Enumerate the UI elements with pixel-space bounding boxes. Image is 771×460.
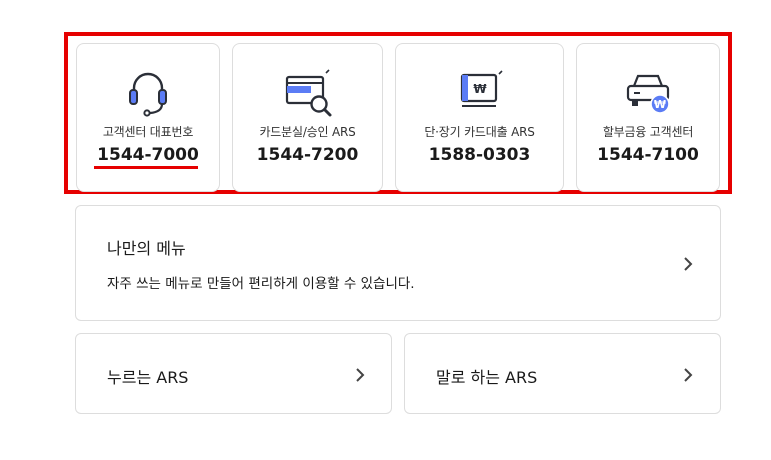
loan-card-won-icon: ₩ [396, 66, 563, 118]
svg-text:₩: ₩ [654, 98, 666, 111]
contact-card-card-loss[interactable]: 카드분실/승인 ARS 1544-7200 [232, 43, 383, 192]
chevron-right-icon [684, 368, 693, 382]
svg-text:₩: ₩ [473, 82, 487, 96]
chevron-right-icon [356, 368, 365, 382]
my-menu-panel[interactable]: 나만의 메뉴 자주 쓰는 메뉴로 만들어 편리하게 이용할 수 있습니다. [75, 205, 721, 321]
contact-number: 1544-7200 [256, 145, 359, 165]
contact-number: 1544-7100 [597, 145, 699, 165]
voice-ars-button[interactable]: 말로 하는 ARS [404, 333, 721, 414]
contact-label: 고객센터 대표번호 [102, 125, 194, 139]
my-menu-description: 자주 쓰는 메뉴로 만들어 편리하게 이용할 수 있습니다. [107, 276, 415, 292]
chevron-right-icon [684, 257, 693, 271]
press-ars-button[interactable]: 누르는 ARS [75, 333, 392, 414]
car-won-icon: ₩ [577, 66, 719, 118]
press-ars-label: 누르는 ARS [107, 368, 189, 387]
voice-ars-label: 말로 하는 ARS [436, 368, 538, 387]
contact-label: 카드분실/승인 ARS [259, 125, 356, 139]
selected-underline [94, 166, 198, 169]
contact-card-installment[interactable]: ₩ 할부금융 고객센터 1544-7100 [576, 43, 720, 192]
contact-card-customer-center[interactable]: 고객센터 대표번호 1544-7000 [76, 43, 220, 192]
my-menu-title: 나만의 메뉴 [107, 239, 186, 258]
contact-label: 단·장기 카드대출 ARS [424, 125, 535, 139]
contact-number: 1544-7000 [97, 145, 199, 165]
contact-card-card-loan[interactable]: ₩ 단·장기 카드대출 ARS 1588-0303 [395, 43, 564, 192]
card-search-icon [233, 66, 382, 118]
contact-number: 1588-0303 [428, 145, 531, 165]
contact-label: 할부금융 고객센터 [602, 125, 694, 139]
headset-icon [77, 66, 219, 118]
